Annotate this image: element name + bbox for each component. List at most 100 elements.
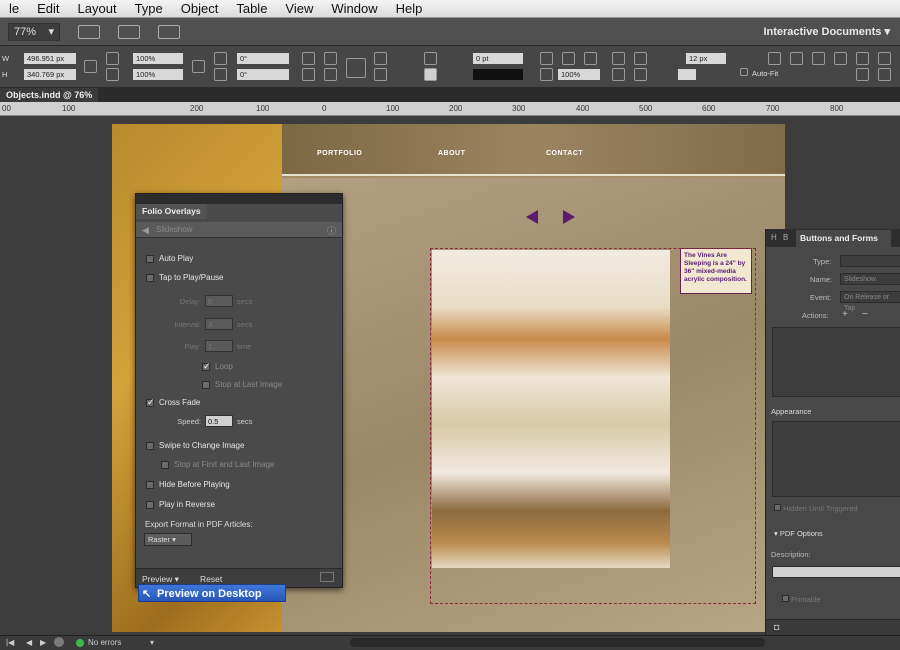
height-field[interactable]: 340.769 px bbox=[24, 69, 76, 80]
reference-p-icon[interactable] bbox=[346, 58, 366, 78]
panel-title-bar[interactable] bbox=[136, 194, 342, 204]
horizontal-scrollbar[interactable] bbox=[350, 638, 765, 647]
align-left-icon[interactable] bbox=[856, 68, 869, 81]
fx-icon[interactable] bbox=[584, 52, 597, 65]
delete-icon[interactable] bbox=[320, 572, 334, 582]
info-icon[interactable]: ⓘ bbox=[327, 224, 336, 237]
preview-icon[interactable]: ◘ bbox=[774, 622, 779, 632]
flip-horizontal-icon[interactable] bbox=[302, 68, 315, 81]
wrap-none-icon[interactable] bbox=[612, 52, 625, 65]
auto-play-option[interactable]: Auto Play bbox=[146, 254, 193, 263]
swipe-option[interactable]: Swipe to Change Image bbox=[146, 441, 244, 450]
align-to-dropdown[interactable] bbox=[678, 69, 696, 80]
cross-fade-option[interactable]: Cross Fade bbox=[146, 397, 200, 408]
first-page-icon[interactable]: |◀ bbox=[6, 638, 14, 647]
previous-arrow-icon[interactable] bbox=[526, 210, 538, 224]
fill-swatch-icon[interactable] bbox=[424, 52, 437, 65]
link-scale-icon[interactable] bbox=[192, 60, 205, 73]
stroke-weight-field[interactable]: 0 pt bbox=[473, 53, 523, 64]
remove-action-icon[interactable]: − bbox=[862, 309, 868, 320]
checkbox[interactable] bbox=[202, 361, 211, 372]
interval-field[interactable]: 3 bbox=[205, 318, 233, 330]
opacity-field[interactable]: 100% bbox=[558, 69, 600, 80]
auto-fit-checkbox[interactable] bbox=[740, 68, 748, 76]
preflight-status[interactable]: No errors bbox=[88, 638, 121, 647]
flip-vertical-icon[interactable] bbox=[324, 68, 337, 81]
stop-first-last-option[interactable]: Stop at First and Last Image bbox=[161, 460, 275, 469]
menu-help[interactable]: Help bbox=[387, 1, 432, 16]
next-page-icon[interactable]: ▶ bbox=[40, 638, 46, 647]
effects-icon[interactable] bbox=[562, 52, 575, 65]
workspace-switcher[interactable]: Interactive Documents ▾ bbox=[763, 25, 890, 38]
menu-edit[interactable]: Edit bbox=[28, 1, 68, 16]
event-dropdown[interactable]: On Release or Tap bbox=[840, 291, 900, 312]
checkbox[interactable] bbox=[146, 441, 154, 450]
nav-contact[interactable]: CONTACT bbox=[546, 150, 583, 157]
menu-object[interactable]: Object bbox=[172, 1, 228, 16]
horizontal-ruler[interactable]: 00 100 200 100 0 100 200 300 400 500 600… bbox=[0, 102, 900, 116]
bookmarks-icon[interactable]: B bbox=[783, 233, 788, 242]
align-right-icon[interactable] bbox=[878, 68, 891, 81]
appearance-states-list[interactable] bbox=[772, 421, 900, 497]
hidden-until-triggered-option[interactable]: Hidden Until Triggered bbox=[774, 504, 858, 513]
constrain-proportions-icon[interactable] bbox=[84, 60, 97, 73]
wrap-shape-icon[interactable] bbox=[612, 68, 625, 81]
delay-field[interactable]: 0 bbox=[205, 295, 233, 307]
speed-field[interactable]: 0.5 bbox=[205, 415, 233, 427]
stroke-type-dropdown[interactable] bbox=[473, 69, 523, 80]
center-content-icon[interactable] bbox=[812, 52, 825, 65]
checkbox[interactable] bbox=[782, 595, 789, 602]
panel-menu-icon[interactable] bbox=[878, 52, 891, 65]
slideshow-frame-selection[interactable] bbox=[430, 248, 756, 604]
fill-proportionally-icon[interactable] bbox=[834, 52, 847, 65]
fit-proportionally-icon[interactable] bbox=[856, 52, 869, 65]
checkbox[interactable] bbox=[202, 380, 210, 389]
rotate-cw-icon[interactable] bbox=[302, 52, 315, 65]
type-dropdown[interactable] bbox=[840, 255, 900, 267]
next-arrow-icon[interactable] bbox=[563, 210, 575, 224]
actions-list[interactable] bbox=[772, 327, 900, 397]
hide-before-playing-option[interactable]: Hide Before Playing bbox=[146, 480, 230, 489]
view-options-icon[interactable] bbox=[78, 24, 100, 39]
arrange-documents-icon[interactable] bbox=[158, 24, 180, 39]
document-tab[interactable]: Objects.indd @ 76% bbox=[0, 88, 99, 102]
rotate-ccw-icon[interactable] bbox=[324, 52, 337, 65]
previous-page-icon[interactable]: ◀ bbox=[26, 638, 32, 647]
menu-table[interactable]: Table bbox=[227, 1, 276, 16]
zoom-level-dropdown[interactable]: 77% ▾ bbox=[8, 22, 60, 41]
buttons-and-forms-tab[interactable]: Buttons and Forms bbox=[796, 230, 891, 247]
menu-window[interactable]: Window bbox=[322, 1, 386, 16]
checkbox[interactable] bbox=[161, 460, 169, 469]
add-action-icon[interactable]: + bbox=[842, 309, 848, 320]
preflight-profile-icon[interactable] bbox=[54, 637, 64, 647]
checkbox[interactable] bbox=[146, 500, 154, 509]
wrap-jump-icon[interactable] bbox=[634, 68, 647, 81]
name-field[interactable]: Slideshow bbox=[840, 273, 900, 285]
preflight-menu-icon[interactable]: ▾ bbox=[150, 638, 154, 647]
menu-view[interactable]: View bbox=[276, 1, 322, 16]
menu-file[interactable]: le bbox=[0, 1, 28, 16]
select-container-icon[interactable] bbox=[374, 52, 387, 65]
checkbox[interactable] bbox=[146, 397, 155, 408]
export-format-dropdown[interactable]: Raster ▾ bbox=[144, 533, 192, 546]
stroke-swatch-icon[interactable] bbox=[424, 68, 437, 81]
gap-field[interactable]: 12 px bbox=[686, 53, 726, 64]
drop-shadow-icon[interactable] bbox=[540, 52, 553, 65]
screen-mode-icon[interactable] bbox=[118, 24, 140, 39]
printable-option[interactable]: Printable bbox=[782, 595, 821, 604]
fit-frame-icon[interactable] bbox=[790, 52, 803, 65]
width-field[interactable]: 496.951 px bbox=[24, 53, 76, 64]
checkbox[interactable] bbox=[774, 504, 781, 511]
back-arrow-icon[interactable]: ◀ bbox=[142, 225, 149, 236]
menu-layout[interactable]: Layout bbox=[69, 1, 126, 16]
checkbox[interactable] bbox=[146, 273, 154, 282]
hyperlinks-icon[interactable]: H bbox=[771, 233, 777, 242]
folio-overlays-tab[interactable]: Folio Overlays bbox=[136, 204, 207, 219]
shear-field[interactable]: 0° bbox=[237, 69, 289, 80]
pdf-options-heading[interactable]: ▾ PDF Options bbox=[774, 529, 823, 538]
scale-x-field[interactable]: 100% bbox=[133, 53, 183, 64]
scale-y-field[interactable]: 100% bbox=[133, 69, 183, 80]
menu-type[interactable]: Type bbox=[126, 1, 172, 16]
preview-on-desktop-menu-item[interactable]: ↖ Preview on Desktop bbox=[138, 584, 286, 602]
rotate-field[interactable]: 0° bbox=[237, 53, 289, 64]
